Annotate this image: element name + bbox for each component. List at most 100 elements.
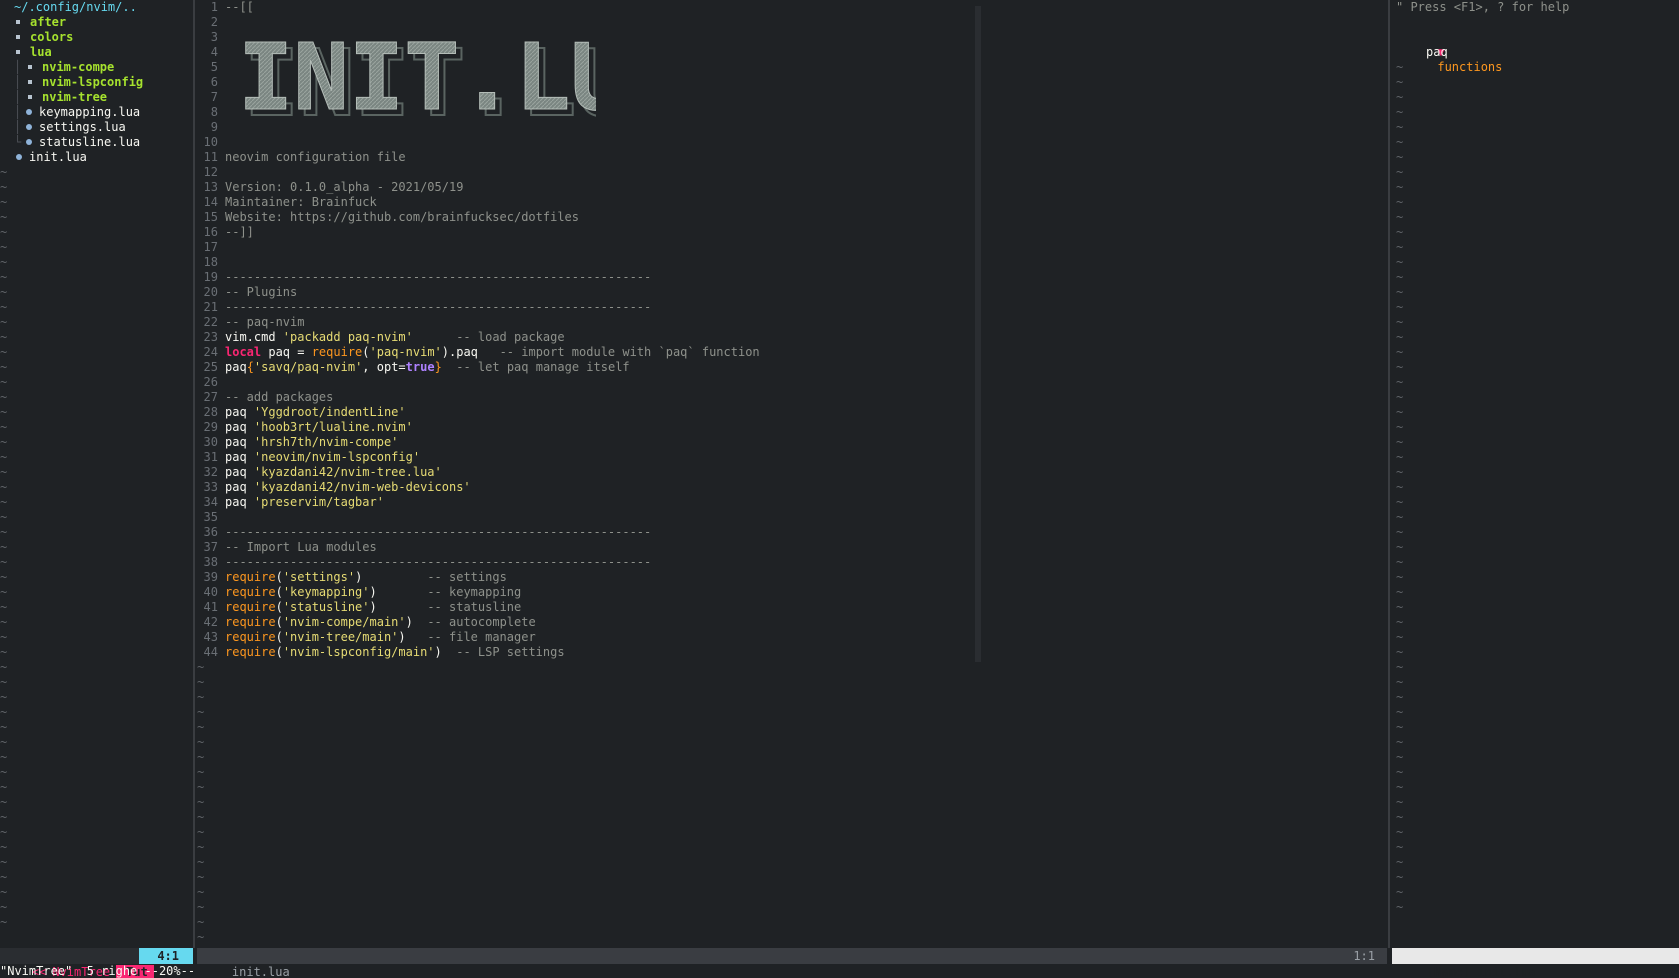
code-token: ) [434, 645, 442, 659]
tagbar-kind-functions[interactable]: ▼ functions [1392, 30, 1679, 74]
code-line[interactable]: 42 require('nvim-compe/main') -- autocomp… [197, 615, 1387, 630]
tilde-filler: ~ [197, 885, 205, 899]
line-number: 28 [203, 405, 218, 419]
code-token: paq [225, 435, 254, 449]
code-line[interactable]: 23 vim.cmd 'packadd paq-nvim' -- load pac… [197, 330, 1387, 345]
line-number: 38 [203, 555, 218, 569]
code-line[interactable]: 38 --------------------------------------… [197, 555, 1387, 570]
code-token: { [246, 360, 254, 374]
code-token: ----------------------------------------… [225, 300, 652, 314]
code-line[interactable]: 36 --------------------------------------… [197, 525, 1387, 540]
tree-item-label: colors [30, 30, 74, 44]
code-line[interactable]: 33 paq 'kyazdani42/nvim-web-devicons' [197, 480, 1387, 495]
line-number: 18 [203, 255, 218, 269]
code-line[interactable]: 16 --]] [197, 225, 1387, 240]
code-token: -- statusline [376, 600, 522, 614]
code-line[interactable]: 34 paq 'preservim/tagbar' [197, 495, 1387, 510]
tilde-filler: ~ [0, 840, 8, 854]
code-line[interactable]: 10 [197, 135, 1387, 150]
code-line[interactable]: 27 -- add packages [197, 390, 1387, 405]
code-token: paq [225, 360, 247, 374]
tree-root-path[interactable]: ~/.config/nvim/.. [0, 0, 193, 15]
code-line[interactable]: 32 paq 'kyazdani42/nvim-tree.lua' [197, 465, 1387, 480]
tree-indent-guide: │ [14, 105, 22, 119]
tilde-filler: ~ [0, 810, 8, 824]
tilde-filler: ~ [0, 300, 8, 314]
init-lua-banner-art: INIT.LUA INIT.LUA [238, 24, 689, 139]
code-token: require [225, 615, 276, 629]
code-line[interactable]: 20 -- Plugins [197, 285, 1387, 300]
code-token: ) [369, 585, 377, 599]
code-line[interactable]: 13 Version: 0.1.0_alpha - 2021/05/19 [197, 180, 1387, 195]
code-line[interactable]: 21 --------------------------------------… [197, 300, 1387, 315]
code-line[interactable]: 17 [197, 240, 1387, 255]
code-line[interactable]: 24 local paq = require('paq-nvim').paq --… [197, 345, 1387, 360]
line-number: 27 [203, 390, 218, 404]
vertical-split-right[interactable] [1388, 0, 1390, 948]
tree-item-settings-lua[interactable]: │ settings.lua [0, 120, 193, 135]
code-line[interactable]: 1 --[[ [197, 0, 1387, 15]
code-line[interactable]: 43 require('nvim-tree/main') -- file mana… [197, 630, 1387, 645]
tilde-filler: ~ [0, 555, 8, 569]
code-line[interactable]: 31 paq 'neovim/nvim-lspconfig' [197, 450, 1387, 465]
editor-pane[interactable]: 1 --[[2 3 4 5 6 7 8 9 10 11 neovim configuration fi… [197, 0, 1387, 948]
code-line[interactable]: 26 [197, 375, 1387, 390]
tilde-filler: ~ [1396, 840, 1404, 854]
tilde-filler: ~ [1396, 105, 1404, 119]
code-line[interactable]: 25 paq{'savq/paq-nvim', opt=true} -- let … [197, 360, 1387, 375]
code-line[interactable]: 44 require('nvim-lspconfig/main') -- LSP … [197, 645, 1387, 660]
tagbar-statusline: [Name] init.lua [1392, 948, 1679, 978]
code-token: -- add packages [225, 390, 334, 404]
code-line[interactable]: 19 --------------------------------------… [197, 270, 1387, 285]
code-line[interactable]: 14 Maintainer: Brainfuck [197, 195, 1387, 210]
code-line[interactable]: 37 -- Import Lua modules [197, 540, 1387, 555]
tilde-filler: ~ [197, 690, 205, 704]
file-tree-pane[interactable]: ~/.config/nvim/.. after colors lua │ nvim-co… [0, 0, 193, 948]
code-line[interactable]: 41 require('statusline') -- statusline [197, 600, 1387, 615]
tree-item-lua[interactable]: lua [0, 45, 193, 60]
code-line[interactable]: 40 require('keymapping') -- keymapping [197, 585, 1387, 600]
vertical-split-left[interactable] [193, 0, 195, 948]
tilde-filler: ~ [1396, 765, 1404, 779]
tree-item-label: statusline.lua [39, 135, 141, 149]
code-token: paq [225, 420, 254, 434]
command-line[interactable]: "NvimTree" 5 righe --20%-- [0, 964, 195, 978]
tree-item-init-lua[interactable]: init.lua [0, 150, 193, 165]
tree-item-keymapping-lua[interactable]: │ keymapping.lua [0, 105, 193, 120]
tree-item-colors[interactable]: colors [0, 30, 193, 45]
code-line[interactable]: 39 require('settings') -- settings [197, 570, 1387, 585]
code-token: 'paq-nvim' [369, 345, 442, 359]
code-line[interactable]: 28 paq 'Yggdroot/indentLine' [197, 405, 1387, 420]
code-token: ----------------------------------------… [225, 555, 652, 569]
tilde-filler: ~ [1396, 360, 1404, 374]
tree-item-after[interactable]: after [0, 15, 193, 30]
code-token: 'nvim-compe/main' [282, 615, 406, 629]
tilde-filler: ~ [0, 315, 8, 329]
code-line[interactable]: 30 paq 'hrsh7th/nvim-compe' [197, 435, 1387, 450]
tree-item-nvim-compe[interactable]: │ nvim-compe [0, 60, 193, 75]
tree-item-statusline-lua[interactable]: └ statusline.lua [0, 135, 193, 150]
line-number: 43 [203, 630, 218, 644]
tilde-filler: ~ [197, 855, 205, 869]
tilde-filler: ~ [1396, 555, 1404, 569]
code-line[interactable]: 9 [197, 120, 1387, 135]
line-number: 26 [203, 375, 218, 389]
tree-item-nvim-tree[interactable]: │ nvim-tree [0, 90, 193, 105]
code-token: ( [275, 600, 283, 614]
code-line[interactable]: 2 [197, 15, 1387, 30]
code-line[interactable]: 35 [197, 510, 1387, 525]
tagbar-pane[interactable]: " Press <F1>, ? for help ▼ functions paq… [1392, 0, 1679, 948]
tilde-filler: ~ [1396, 720, 1404, 734]
code-line[interactable]: 11 neovim configuration file [197, 150, 1387, 165]
tilde-filler: ~ [0, 855, 8, 869]
code-token: ).paq [441, 345, 478, 359]
tree-item-nvim-lspconfig[interactable]: │ nvim-lspconfig [0, 75, 193, 90]
tagbar-item-paq[interactable]: paq [1392, 45, 1679, 60]
code-token: -- file manager [405, 630, 536, 644]
code-line[interactable]: 18 [197, 255, 1387, 270]
code-line[interactable]: 29 paq 'hoob3rt/lualine.nvim' [197, 420, 1387, 435]
code-token: neovim configuration file [225, 150, 406, 164]
code-line[interactable]: 22 -- paq-nvim [197, 315, 1387, 330]
code-line[interactable]: 12 [197, 165, 1387, 180]
code-line[interactable]: 15 Website: https://github.com/brainfucks… [197, 210, 1387, 225]
